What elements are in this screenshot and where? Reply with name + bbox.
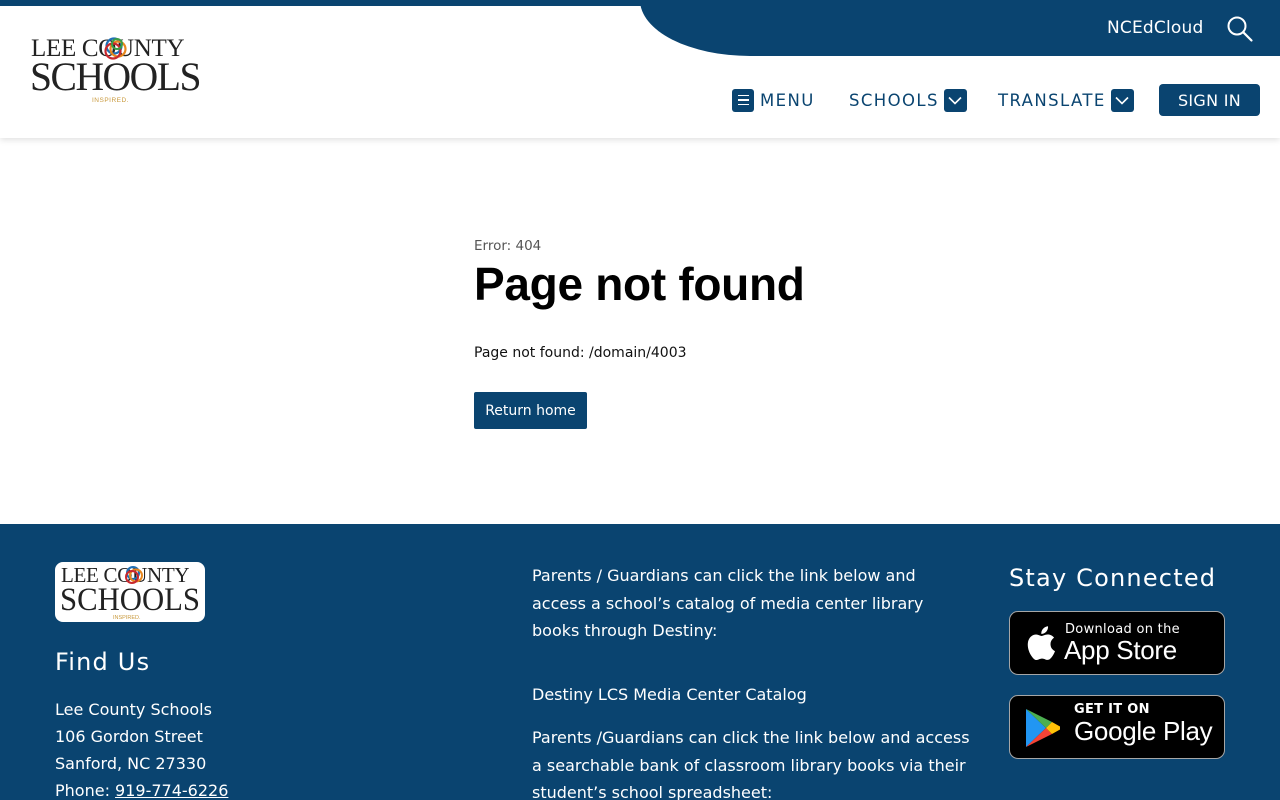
google-play-big: Google Play <box>1074 716 1213 746</box>
search-icon[interactable] <box>1226 15 1254 43</box>
page-title: Page not found <box>474 258 805 310</box>
phone-label: Phone: <box>55 781 116 800</box>
sign-in-button[interactable]: SIGN IN <box>1159 84 1260 116</box>
chevron-down-icon <box>1110 88 1134 112</box>
return-home-button[interactable]: Return home <box>474 392 587 429</box>
error-code: Error: 404 <box>474 238 542 254</box>
google-play-small: GET IT ON <box>1074 702 1150 717</box>
address-name: Lee County Schools <box>55 700 212 719</box>
address-block: Lee County Schools 106 Gordon Street San… <box>55 696 228 800</box>
error-message: Page not found: /domain/4003 <box>474 345 687 361</box>
svg-text:SCHOOLS: SCHOOLS <box>60 582 200 618</box>
site-footer: LEE COUNTY SCHOOLS INSPIRED. Find Us Lee… <box>0 524 1280 800</box>
nav-translate-dropdown[interactable]: TRANSLATE <box>998 84 1134 116</box>
stay-connected-heading: Stay Connected <box>1009 564 1217 592</box>
apple-icon <box>1027 626 1055 661</box>
classroom-library-description: Parents /Guardians can click the link be… <box>532 728 970 800</box>
google-play-icon <box>1026 709 1060 747</box>
nav-menu-button[interactable]: MENU <box>732 84 815 116</box>
phone-link[interactable]: 919-774-6226 <box>115 781 228 800</box>
address-street: 106 Gordon Street <box>55 727 203 746</box>
app-store-button[interactable]: Download on the App Store <box>1009 611 1225 675</box>
site-header: NCEdCloud LEE COUNTY SCHOOLS INSPIRED. M… <box>0 0 1280 138</box>
google-play-button[interactable]: GET IT ON Google Play <box>1009 695 1225 759</box>
logo-line2: SCHOOLS <box>30 54 200 99</box>
hamburger-icon <box>732 88 754 112</box>
address-phone-row: Phone: 919-774-6226 <box>55 777 228 800</box>
ncedcloud-link[interactable]: NCEdCloud <box>1107 18 1203 38</box>
logo-tagline: INSPIRED. <box>92 97 129 104</box>
nav-schools-dropdown[interactable]: SCHOOLS <box>849 84 967 116</box>
destiny-catalog-link[interactable]: Destiny LCS Media Center Catalog <box>532 681 972 709</box>
app-store-big: App Store <box>1064 635 1177 665</box>
nav-schools-label: SCHOOLS <box>849 90 939 110</box>
destiny-description: Parents / Guardians can click the link b… <box>532 566 924 640</box>
chevron-down-icon <box>943 88 967 112</box>
nav-menu-label: MENU <box>760 90 815 110</box>
svg-text:INSPIRED.: INSPIRED. <box>113 615 141 621</box>
nav-translate-label: TRANSLATE <box>998 90 1106 110</box>
footer-logo[interactable]: LEE COUNTY SCHOOLS INSPIRED. <box>55 562 205 622</box>
address-city: Sanford, NC 27330 <box>55 754 207 773</box>
find-us-heading: Find Us <box>55 648 151 676</box>
error-content: Error: 404 Page not found Page not found… <box>474 238 974 429</box>
district-logo[interactable]: LEE COUNTY SCHOOLS INSPIRED. <box>30 34 202 104</box>
